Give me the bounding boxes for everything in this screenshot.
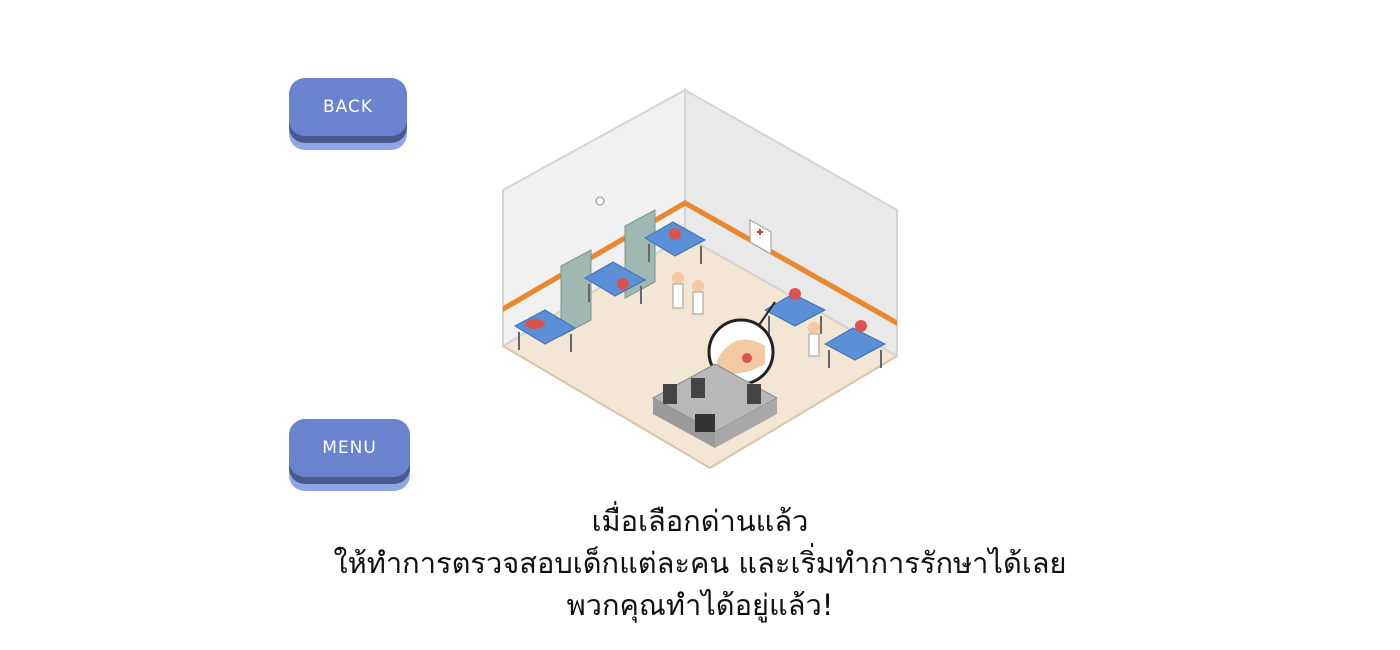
menu-button[interactable]: MENU	[289, 419, 410, 477]
nurse-figure-2	[808, 322, 820, 357]
doctor-figure	[672, 272, 684, 309]
back-button[interactable]: BACK	[289, 78, 407, 136]
nurse-figure-1	[692, 280, 704, 315]
menu-button-label: MENU	[322, 438, 377, 458]
caption-line-3: พวกคุณทำได้อยู่แล้ว!	[566, 588, 834, 622]
back-button-label: BACK	[322, 97, 373, 117]
wall-clock-icon	[595, 196, 605, 206]
caption-line-1: เมื่อเลือกด่านแล้ว	[591, 504, 809, 538]
hospital-ward-illustration	[501, 88, 899, 470]
instruction-caption: เมื่อเลือกด่านแล้ว ให้ทำการตรวจสอบเด็กแต…	[250, 500, 1150, 626]
caption-line-2: ให้ทำการตรวจสอบเด็กแต่ละคน และเริ่มทำการ…	[333, 546, 1067, 580]
